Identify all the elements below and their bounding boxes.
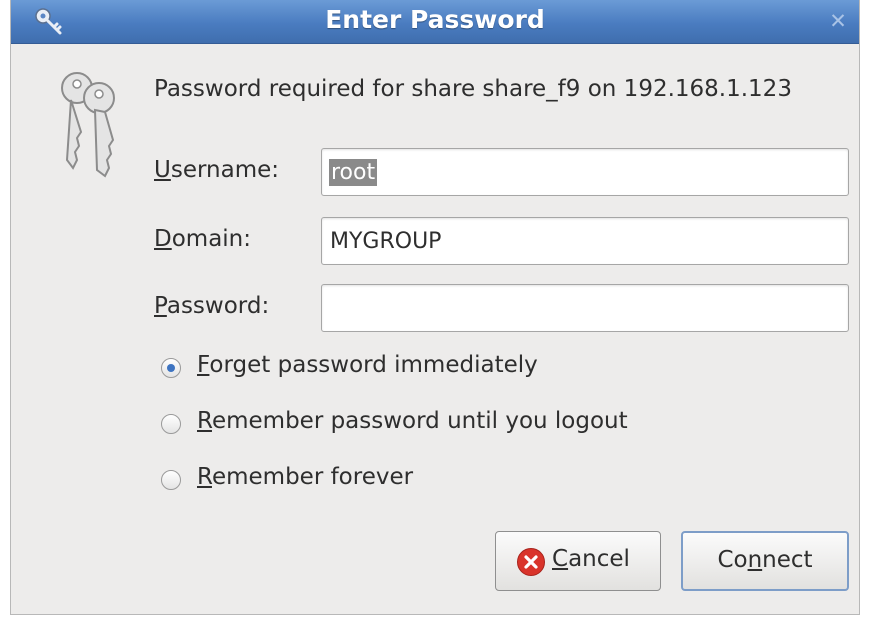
domain-label: Domain: [154, 226, 251, 252]
radio-label-text: orget password immediately [209, 352, 538, 378]
username-label-mnemonic: U [154, 157, 171, 183]
cancel-label-text: ancel [568, 546, 630, 572]
close-icon[interactable]: ✕ [823, 7, 853, 35]
radio-label-mnemonic: R [197, 464, 212, 490]
cancel-button-label: Cancel [552, 546, 630, 572]
connect-mnemonic: n [747, 547, 763, 573]
radio-label-mnemonic: F [197, 352, 210, 378]
radio-button[interactable] [161, 414, 181, 434]
username-label-text: sername: [170, 157, 280, 183]
radio-label-mnemonic: R [197, 408, 212, 434]
username-field[interactable] [321, 148, 849, 196]
enter-password-dialog: Enter Password ✕ Password required for s… [10, 0, 860, 615]
username-selection: root [329, 159, 378, 186]
radio-label-text: emember password until you logout [211, 408, 628, 434]
cancel-button[interactable]: Cancel [495, 531, 661, 591]
password-field[interactable] [321, 284, 849, 332]
connect-label-rest: nect [762, 547, 813, 573]
username-label: Username: [154, 157, 279, 183]
radio-label: Remember forever [197, 464, 413, 490]
connect-label-pre: Co [717, 547, 748, 573]
username-selected-text: root [329, 159, 378, 186]
connect-button[interactable]: Connect [681, 531, 849, 591]
domain-field[interactable] [321, 217, 849, 265]
connect-button-label: Connect [683, 547, 847, 573]
domain-label-mnemonic: D [154, 226, 172, 252]
password-label: Password: [154, 293, 269, 319]
share-prompt: Password required for share share_f9 on … [154, 76, 792, 102]
keys-icon [61, 72, 115, 178]
cancel-icon [517, 548, 545, 576]
password-label-mnemonic: P [154, 293, 167, 319]
password-label-text: assword: [166, 293, 270, 319]
radio-label: Forget password immediately [197, 352, 538, 378]
radio-button[interactable] [161, 470, 181, 490]
window-title: Enter Password [325, 5, 545, 34]
radio-button[interactable] [161, 358, 181, 378]
radio-label: Remember password until you logout [197, 408, 628, 434]
cancel-mnemonic: C [552, 546, 569, 572]
radio-label-text: emember forever [211, 464, 414, 490]
domain-label-text: omain: [171, 226, 252, 252]
title-bar[interactable]: Enter Password ✕ [11, 0, 859, 44]
